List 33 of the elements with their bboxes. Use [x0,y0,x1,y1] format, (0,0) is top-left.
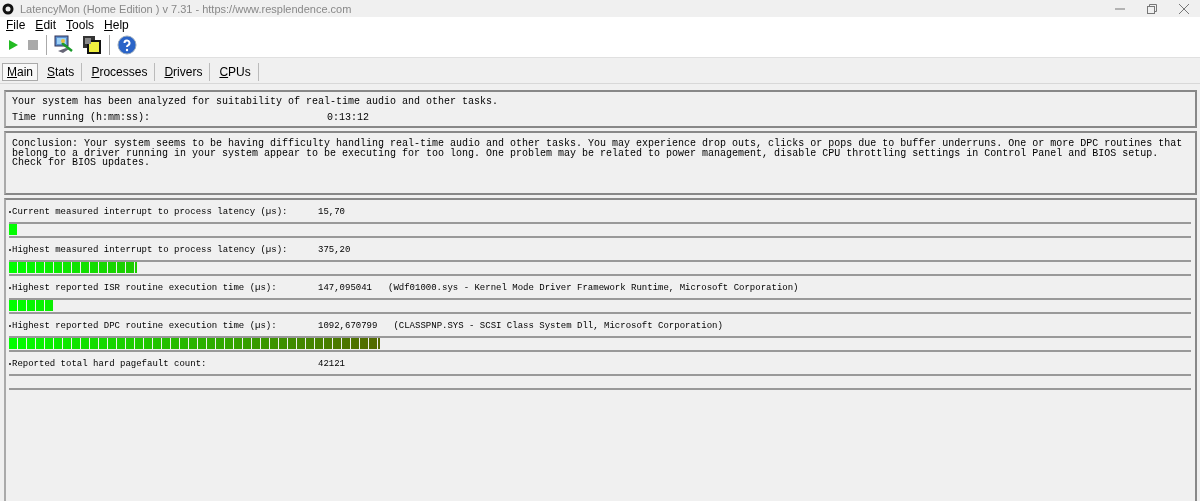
close-icon [1179,3,1189,14]
metric-value: 375,20 [318,244,351,256]
conclusion-text: Conclusion: Your system seems to be having difficulty handling real-time audio and other tasks. You may experience drop outs, clicks or pops due to buffer underruns. One or more DPC routines that belong to a driver running in your system appear to be executing for too long. One problem may be related to power management, disable CPU throttling settings in Control Panel and BIOS setup. Check for BIOS updates. [12,139,1184,168]
restore-icon [1147,3,1157,14]
menu-item[interactable]: File [2,18,31,32]
metric-label: Current measured interrupt to process latency (µs): [12,206,289,218]
metric-label: Highest reported ISR routine execution time (µs): [12,282,278,294]
menu-item[interactable]: Tools [61,18,100,32]
tab[interactable]: Main [2,63,38,81]
window-title: LatencyMon (Home Edition ) v 7.31 - https://www.resplendence.com [20,2,352,15]
monitor-icon [54,35,74,55]
metric-value: 1092,670799 [318,320,378,332]
metric-value: 147,095041 [318,282,372,294]
stop-icon [27,39,39,51]
metric-label: Highest measured interrupt to process latency (µs): [12,244,289,256]
metric-value: 42121 [318,358,345,370]
time-label: Time running (h:mm:ss): [12,112,152,123]
help-button[interactable] [114,34,140,56]
tab[interactable]: Processes [84,63,156,81]
metric-value: 15,70 [318,206,345,218]
tab[interactable]: Stats [40,63,83,81]
metric-label: Reported total hard pagefault count: [12,358,208,370]
analysis-message: Your system has been analyzed for suitability of real-time audio and other tasks. [12,96,500,107]
tab[interactable]: CPUs [212,63,259,81]
time-value: 0:13:12 [327,112,369,123]
menu-item[interactable]: Edit [30,18,62,32]
metric-label: Highest reported DPC routine execution time (µs): [12,320,278,332]
overlapping-windows-icon [82,35,102,55]
menu-item[interactable]: Help [99,18,134,32]
play-icon [7,39,19,51]
tab[interactable]: Drivers [157,63,211,81]
metric-detail: (Wdf01000.sys - Kernel Mode Driver Framework Runtime, Microsoft Corporation) [388,282,799,294]
metric-detail: (CLASSPNP.SYS - SCSI Class System Dll, Microsoft Corporation) [393,320,723,332]
